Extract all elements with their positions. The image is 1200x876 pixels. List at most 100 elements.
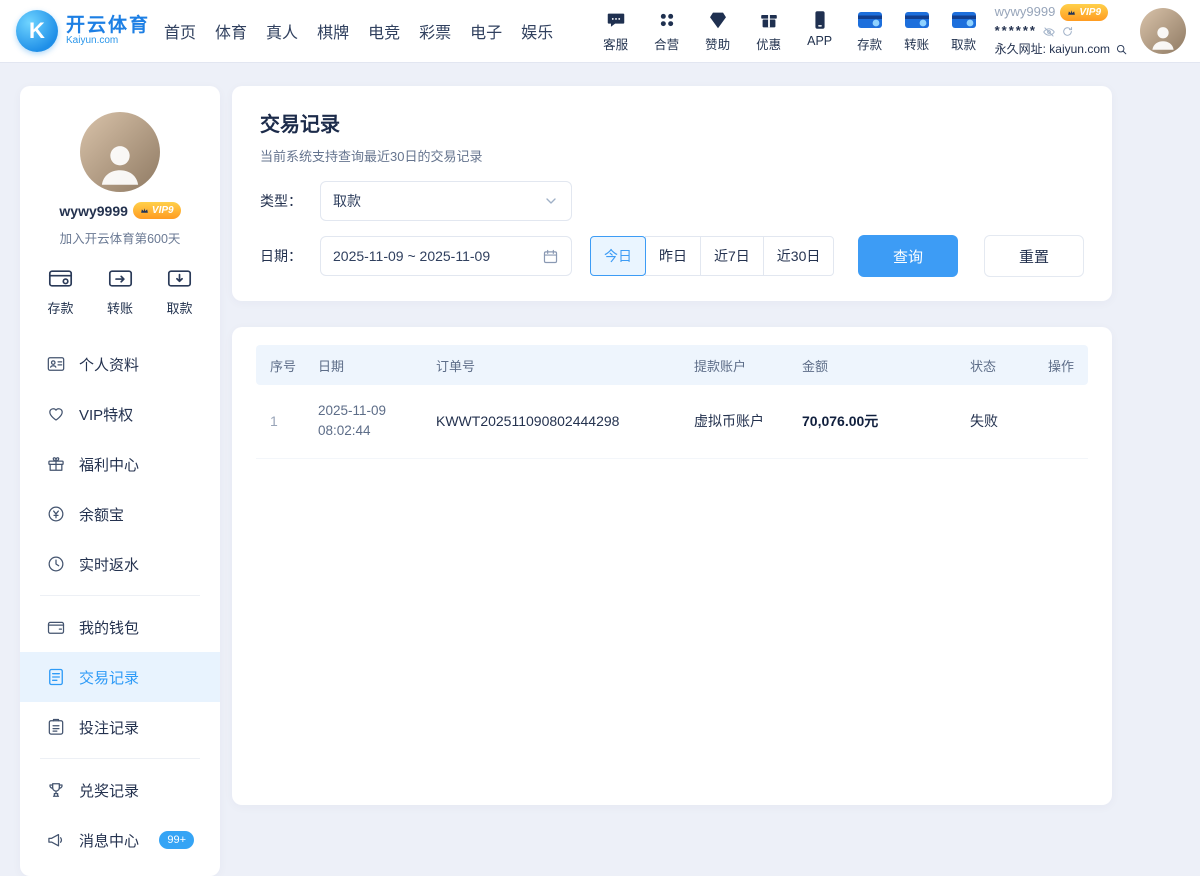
header-item-label: 优惠 bbox=[756, 34, 781, 53]
page-subtitle: 当前系统支持查询最近30日的交易记录 bbox=[260, 146, 1084, 165]
magnifier-icon[interactable] bbox=[1115, 43, 1128, 56]
coin-yuan-icon bbox=[46, 504, 66, 524]
eye-off-icon[interactable] bbox=[1042, 25, 1056, 39]
col-header-order: 订单号 bbox=[426, 345, 684, 385]
header-item-label: 取款 bbox=[951, 34, 976, 53]
header-deposit-button[interactable]: 存款 bbox=[853, 9, 887, 53]
range-30days-button[interactable]: 近30日 bbox=[763, 236, 835, 276]
sidebar-transfer-button[interactable]: 转账 bbox=[107, 265, 134, 317]
logo[interactable]: K 开云体育 Kaiyun.com bbox=[16, 10, 150, 52]
sidebar-item-label: 消息中心 bbox=[79, 830, 139, 851]
header-icon-group: 客服 合营 赞助 优惠 APP bbox=[599, 9, 837, 53]
cell-amount: 70,076.00元 bbox=[792, 385, 960, 458]
range-yesterday-button[interactable]: 昨日 bbox=[645, 236, 701, 276]
gift-icon bbox=[46, 454, 66, 474]
cell-status: 失败 bbox=[960, 385, 1038, 458]
bank-card-icon bbox=[857, 9, 883, 31]
quick-range-group: 今日 昨日 近7日 近30日 bbox=[590, 236, 834, 276]
permanent-url: 永久网址: kaiyun.com bbox=[995, 41, 1110, 58]
phone-icon bbox=[809, 9, 831, 31]
logo-letter: K bbox=[29, 18, 45, 44]
clipboard-icon bbox=[46, 717, 66, 737]
person-silhouette-icon bbox=[91, 134, 149, 192]
bank-card-withdraw-icon bbox=[951, 9, 977, 31]
filter-card: 交易记录 当前系统支持查询最近30日的交易记录 类型： 取款 日期： 2025-… bbox=[232, 86, 1112, 301]
sidebar-item-label: 实时返水 bbox=[79, 554, 139, 575]
search-button[interactable]: 查询 bbox=[858, 235, 958, 277]
header-item-service[interactable]: 客服 bbox=[599, 9, 633, 53]
nav-chess[interactable]: 棋牌 bbox=[317, 19, 349, 43]
quick-action-label: 取款 bbox=[166, 298, 192, 317]
header-item-label: 赞助 bbox=[705, 34, 730, 53]
sidebar-item-transactions[interactable]: 交易记录 bbox=[20, 652, 220, 702]
calendar-icon bbox=[542, 248, 559, 265]
date-range-input[interactable]: 2025-11-09 ~ 2025-11-09 bbox=[320, 236, 572, 276]
filter-actions: 查询 重置 bbox=[858, 235, 1084, 277]
type-select[interactable]: 取款 bbox=[320, 181, 572, 221]
nav-live-casino[interactable]: 真人 bbox=[266, 19, 298, 43]
nav-esports[interactable]: 电竞 bbox=[368, 19, 400, 43]
range-today-button[interactable]: 今日 bbox=[590, 236, 646, 276]
header-item-sponsor[interactable]: 赞助 bbox=[701, 9, 735, 53]
sidebar-item-wallet[interactable]: 我的钱包 bbox=[20, 602, 220, 652]
sidebar-item-welfare[interactable]: 福利中心 bbox=[20, 439, 220, 489]
avatar[interactable] bbox=[1140, 8, 1186, 54]
reset-button[interactable]: 重置 bbox=[984, 235, 1084, 277]
sidebar-item-messages[interactable]: 消息中心 99+ bbox=[20, 815, 220, 865]
type-select-value: 取款 bbox=[333, 191, 361, 211]
crown-icon bbox=[1067, 8, 1076, 17]
heart-icon bbox=[46, 404, 66, 424]
nav-slots[interactable]: 电子 bbox=[470, 19, 502, 43]
vip-badge: VIP9 bbox=[133, 202, 181, 219]
header-item-partnership[interactable]: 合营 bbox=[650, 9, 684, 53]
sidebar-item-yuebao[interactable]: 余额宝 bbox=[20, 489, 220, 539]
main-content: 交易记录 当前系统支持查询最近30日的交易记录 类型： 取款 日期： 2025-… bbox=[232, 86, 1112, 876]
diamond-icon bbox=[707, 9, 729, 31]
joined-days: 加入开云体育第600天 bbox=[20, 228, 220, 247]
nav-entertainment[interactable]: 娱乐 bbox=[521, 19, 553, 43]
nav-home[interactable]: 首页 bbox=[164, 19, 196, 43]
sidebar-item-label: VIP特权 bbox=[79, 404, 133, 425]
wallet-icon bbox=[46, 617, 66, 637]
cell-account: 虚拟币账户 bbox=[684, 385, 792, 458]
date-label: 日期： bbox=[260, 246, 320, 266]
type-label: 类型： bbox=[260, 191, 320, 211]
logo-brand: 开云体育 bbox=[66, 16, 150, 36]
nav-lottery[interactable]: 彩票 bbox=[419, 19, 451, 43]
sidebar-item-rebate[interactable]: 实时返水 bbox=[20, 539, 220, 589]
col-header-no: 序号 bbox=[256, 345, 308, 385]
table-row: 1 2025-11-09 08:02:44 KWWT20251109080244… bbox=[256, 385, 1088, 458]
sidebar-deposit-button[interactable]: 存款 bbox=[47, 265, 74, 317]
col-header-account: 提款账户 bbox=[684, 345, 792, 385]
top-header: K 开云体育 Kaiyun.com 首页 体育 真人 棋牌 电竞 彩票 电子 娱… bbox=[0, 0, 1200, 62]
records-table: 序号 日期 订单号 提款账户 金额 状态 操作 1 2025-11-09 bbox=[256, 345, 1088, 459]
sidebar-withdraw-button[interactable]: 取款 bbox=[166, 265, 193, 317]
id-card-icon bbox=[46, 354, 66, 374]
sidebar-item-label: 交易记录 bbox=[79, 667, 139, 688]
range-7days-button[interactable]: 近7日 bbox=[700, 236, 764, 276]
card-withdraw-icon bbox=[166, 265, 193, 292]
cell-no: 1 bbox=[256, 385, 308, 458]
col-header-action: 操作 bbox=[1038, 345, 1088, 385]
divider bbox=[40, 595, 200, 596]
header-transfer-button[interactable]: 转账 bbox=[900, 9, 934, 53]
sidebar-item-label: 余额宝 bbox=[79, 504, 124, 525]
header-item-app[interactable]: APP bbox=[803, 9, 837, 53]
sidebar-item-rewards[interactable]: 兑奖记录 bbox=[20, 765, 220, 815]
header-withdraw-button[interactable]: 取款 bbox=[947, 9, 981, 53]
col-header-status: 状态 bbox=[960, 345, 1038, 385]
sidebar-item-bets[interactable]: 投注记录 bbox=[20, 702, 220, 752]
logo-icon: K bbox=[16, 10, 58, 52]
sidebar-item-vip[interactable]: VIP特权 bbox=[20, 389, 220, 439]
chevron-down-icon bbox=[543, 193, 559, 209]
sidebar-item-profile[interactable]: 个人资料 bbox=[20, 339, 220, 389]
header-item-label: APP bbox=[807, 34, 832, 48]
sidebar-item-label: 个人资料 bbox=[79, 354, 139, 375]
main-nav: 首页 体育 真人 棋牌 电竞 彩票 电子 娱乐 bbox=[164, 19, 553, 43]
clock-icon bbox=[46, 554, 66, 574]
sidebar-avatar bbox=[80, 112, 160, 192]
col-header-date: 日期 bbox=[308, 345, 426, 385]
nav-sports[interactable]: 体育 bbox=[215, 19, 247, 43]
header-item-promo[interactable]: 优惠 bbox=[752, 9, 786, 53]
refresh-icon[interactable] bbox=[1061, 25, 1074, 38]
